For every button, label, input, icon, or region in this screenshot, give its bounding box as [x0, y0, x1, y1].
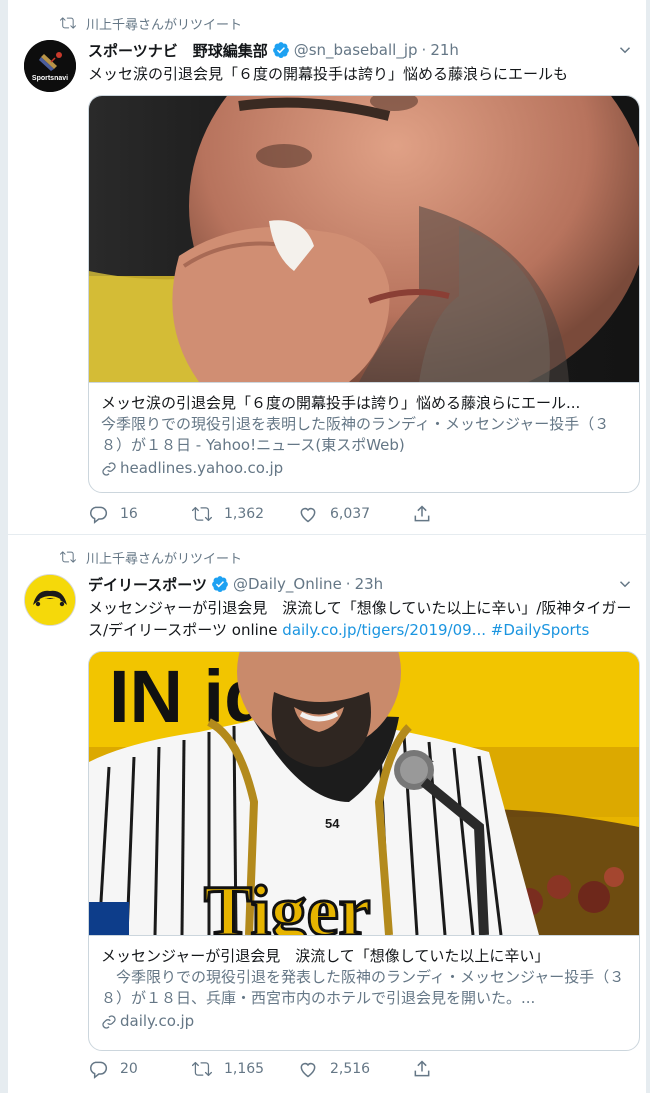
sportsnavi-logo: Sportsnavi [24, 40, 76, 92]
card-image[interactable]: IN iger 54 Tiger [89, 652, 639, 936]
separator-dot: · [421, 41, 427, 59]
reply-count: 20 [120, 1061, 138, 1077]
tweet[interactable]: 川上千尋さんがリツイート Sportsnavi スポーツナビ 野球編集部 @sn… [8, 0, 646, 535]
card-domain: headlines.yahoo.co.jp [101, 458, 627, 479]
chevron-down-icon[interactable] [616, 41, 634, 59]
svg-text:Sportsnavi: Sportsnavi [32, 75, 68, 82]
card-title: メッセンジャーが引退会見 涙流して「想像していた以上に辛い」 [101, 947, 550, 965]
link-card[interactable]: IN iger 54 Tiger メッセンジャーが引退会見 涙流して「想像してい… [88, 651, 640, 1051]
card-title: メッセ涙の引退会見「６度の開幕投手は誇り」悩める藤浪らにエール... [101, 394, 581, 412]
svg-text:54: 54 [325, 816, 340, 831]
card-body: メッセ涙の引退会見「６度の開幕投手は誇り」悩める藤浪らにエール... 今季限りで… [89, 383, 639, 489]
like-button[interactable]: 6,037 [298, 504, 412, 524]
hashtag-link[interactable]: #DailySports [491, 621, 590, 639]
tweet-actions: 16 1,362 6,037 [88, 503, 518, 525]
retweet-icon [60, 17, 76, 29]
reply-icon [90, 1061, 108, 1079]
like-button[interactable]: 2,516 [298, 1059, 412, 1079]
separator-dot: · [345, 575, 351, 593]
share-button[interactable] [412, 1059, 444, 1079]
retweet-button[interactable]: 1,362 [192, 504, 298, 524]
reply-button[interactable]: 16 [88, 504, 192, 524]
tweet-header: デイリースポーツ @Daily_Online · 23h [88, 573, 634, 595]
tweet-url-link[interactable]: daily.co.jp/tigers/2019/09... [282, 621, 486, 639]
display-name[interactable]: スポーツナビ 野球編集部 [88, 40, 268, 61]
daily-sports-logo [25, 575, 75, 625]
retweet-icon [60, 551, 76, 563]
card-description: 今季限りでの現役引退を発表した阪神のランディ・メッセンジャー投手（３８）が１８日… [101, 968, 625, 1007]
retweet-button[interactable]: 1,165 [192, 1059, 298, 1079]
tweet-timestamp[interactable]: 21h [430, 41, 459, 59]
timeline: 川上千尋さんがリツイート Sportsnavi スポーツナビ 野球編集部 @sn… [8, 0, 646, 1093]
like-count: 6,037 [330, 506, 371, 522]
retweet-icon [192, 1061, 212, 1077]
card-photo: IN iger 54 Tiger [89, 652, 639, 935]
user-handle[interactable]: @Daily_Online [233, 575, 342, 593]
display-name[interactable]: デイリースポーツ [88, 574, 207, 595]
link-card[interactable]: メッセ涙の引退会見「６度の開幕投手は誇り」悩める藤浪らにエール... 今季限りで… [88, 95, 640, 493]
share-icon [414, 1060, 430, 1077]
retweet-icon [192, 506, 212, 522]
heart-icon [300, 507, 316, 523]
retweet-context-label: 川上千尋さんがリツイート [86, 17, 243, 33]
svg-text:Tiger: Tiger [204, 871, 371, 935]
retweet-context: 川上千尋さんがリツイート [60, 13, 242, 33]
avatar[interactable]: Sportsnavi [24, 40, 76, 92]
avatar[interactable] [24, 574, 76, 626]
heart-icon [300, 1062, 316, 1078]
share-button[interactable] [412, 504, 444, 524]
card-description: 今季限りでの現役引退を表明した阪神のランディ・メッセンジャー投手（３８）が１８日… [101, 415, 610, 454]
card-body: メッセンジャーが引退会見 涙流して「想像していた以上に辛い」 今季限りでの現役引… [89, 936, 639, 1042]
reply-icon [90, 506, 108, 524]
card-image[interactable] [89, 96, 639, 383]
card-domain-text: daily.co.jp [120, 1012, 195, 1030]
card-photo [89, 96, 639, 382]
card-domain: daily.co.jp [101, 1011, 627, 1032]
tweet-header: スポーツナビ 野球編集部 @sn_baseball_jp · 21h [88, 39, 634, 61]
tweet-text: メッセ涙の引退会見「６度の開幕投手は誇り」悩める藤浪らにエールも [88, 65, 569, 83]
retweet-context-label: 川上千尋さんがリツイート [86, 551, 243, 567]
reply-button[interactable]: 20 [88, 1059, 192, 1079]
link-icon [102, 461, 116, 476]
tweet[interactable]: 川上千尋さんがリツイート デイリースポーツ @Daily_Online · 23… [8, 536, 646, 1090]
card-domain-text: headlines.yahoo.co.jp [120, 459, 284, 477]
link-icon [102, 1014, 116, 1029]
tweet-text: メッセンジャーが引退会見 涙流して「想像していた以上に辛い」/阪神タイガース/デ… [88, 597, 632, 641]
retweet-count: 1,362 [224, 506, 265, 522]
retweet-context: 川上千尋さんがリツイート [60, 547, 242, 567]
user-handle[interactable]: @sn_baseball_jp [294, 41, 418, 59]
like-count: 2,516 [330, 1061, 371, 1077]
verified-icon [212, 576, 228, 593]
reply-count: 16 [120, 506, 138, 522]
chevron-down-icon[interactable] [616, 575, 634, 593]
verified-icon [272, 42, 289, 59]
share-icon [414, 505, 430, 522]
retweet-count: 1,165 [224, 1061, 265, 1077]
tweet-timestamp[interactable]: 23h [355, 575, 384, 593]
tweet-actions: 20 1,165 2,516 [88, 1058, 518, 1080]
